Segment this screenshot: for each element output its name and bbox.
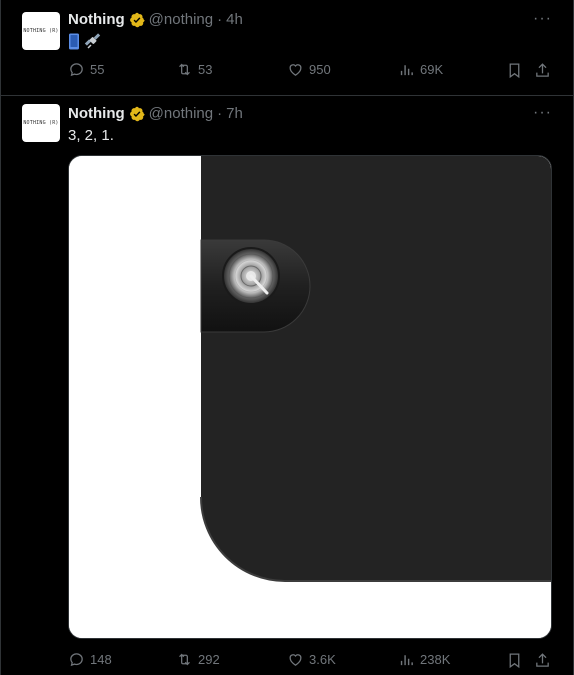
repost-button[interactable]: 292: [176, 651, 220, 668]
reply-icon: [70, 653, 83, 667]
avatar[interactable]: NOTHING (R): [22, 12, 60, 50]
tweet-actions: 55 53 950 69K: [68, 61, 554, 81]
views-button[interactable]: 238K: [398, 651, 450, 668]
tweet-header: Nothing @nothing · 4h: [68, 10, 243, 30]
view-count: 69K: [420, 62, 444, 77]
author-handle[interactable]: @nothing: [149, 10, 213, 30]
avatar[interactable]: NOTHING (R): [22, 104, 60, 142]
analytics-icon: [400, 65, 413, 76]
verified-badge-icon: [129, 12, 145, 28]
more-options-icon[interactable]: ···: [533, 104, 552, 122]
tweet-actions: 148 292 3.6K 238K: [68, 651, 554, 671]
phone-icon: [69, 33, 79, 49]
tweet-1[interactable]: NOTHING (R) Nothing @nothing · 4h ··· 55…: [0, 0, 574, 95]
tweet-header: Nothing @nothing · 7h: [68, 104, 243, 124]
reply-button[interactable]: 148: [68, 651, 112, 668]
like-button[interactable]: 3.6K: [287, 651, 336, 668]
share-icon[interactable]: [534, 62, 551, 79]
heart-icon: [289, 64, 302, 76]
repost-icon: [179, 653, 190, 666]
reply-icon: [70, 63, 83, 77]
author-name[interactable]: Nothing: [68, 104, 125, 124]
repost-count: 53: [198, 62, 213, 77]
like-count: 950: [309, 62, 331, 77]
tweet-text: [68, 32, 102, 50]
separator-dot: ·: [217, 105, 223, 122]
repost-button[interactable]: 53: [176, 61, 212, 78]
satellite-icon: [84, 33, 101, 49]
reply-count: 148: [90, 652, 112, 667]
repost-count: 292: [198, 652, 220, 667]
analytics-icon: [400, 655, 413, 666]
heart-icon: [289, 654, 302, 666]
separator-dot: ·: [217, 11, 223, 28]
like-count: 3.6K: [309, 652, 336, 667]
view-count: 238K: [420, 652, 451, 667]
timestamp[interactable]: 7h: [226, 104, 243, 124]
tweet-text: 3, 2, 1.: [68, 127, 114, 144]
repost-icon: [179, 63, 190, 76]
share-icon[interactable]: [534, 652, 551, 669]
like-button[interactable]: 950: [287, 61, 331, 78]
timestamp[interactable]: 4h: [226, 10, 243, 30]
author-handle[interactable]: @nothing: [149, 104, 213, 124]
more-options-icon[interactable]: ···: [533, 10, 552, 28]
device-corner-image: [69, 156, 551, 638]
avatar-logo-text: NOTHING (R): [23, 28, 59, 34]
author-name[interactable]: Nothing: [68, 10, 125, 30]
reply-button[interactable]: 55: [68, 61, 104, 78]
reply-count: 55: [90, 62, 105, 77]
tweet-media-image[interactable]: [68, 155, 552, 639]
avatar-logo-text: NOTHING (R): [23, 120, 59, 126]
bookmark-icon[interactable]: [506, 652, 523, 669]
bookmark-icon[interactable]: [506, 62, 523, 79]
verified-badge-icon: [129, 106, 145, 122]
views-button[interactable]: 69K: [398, 61, 443, 78]
